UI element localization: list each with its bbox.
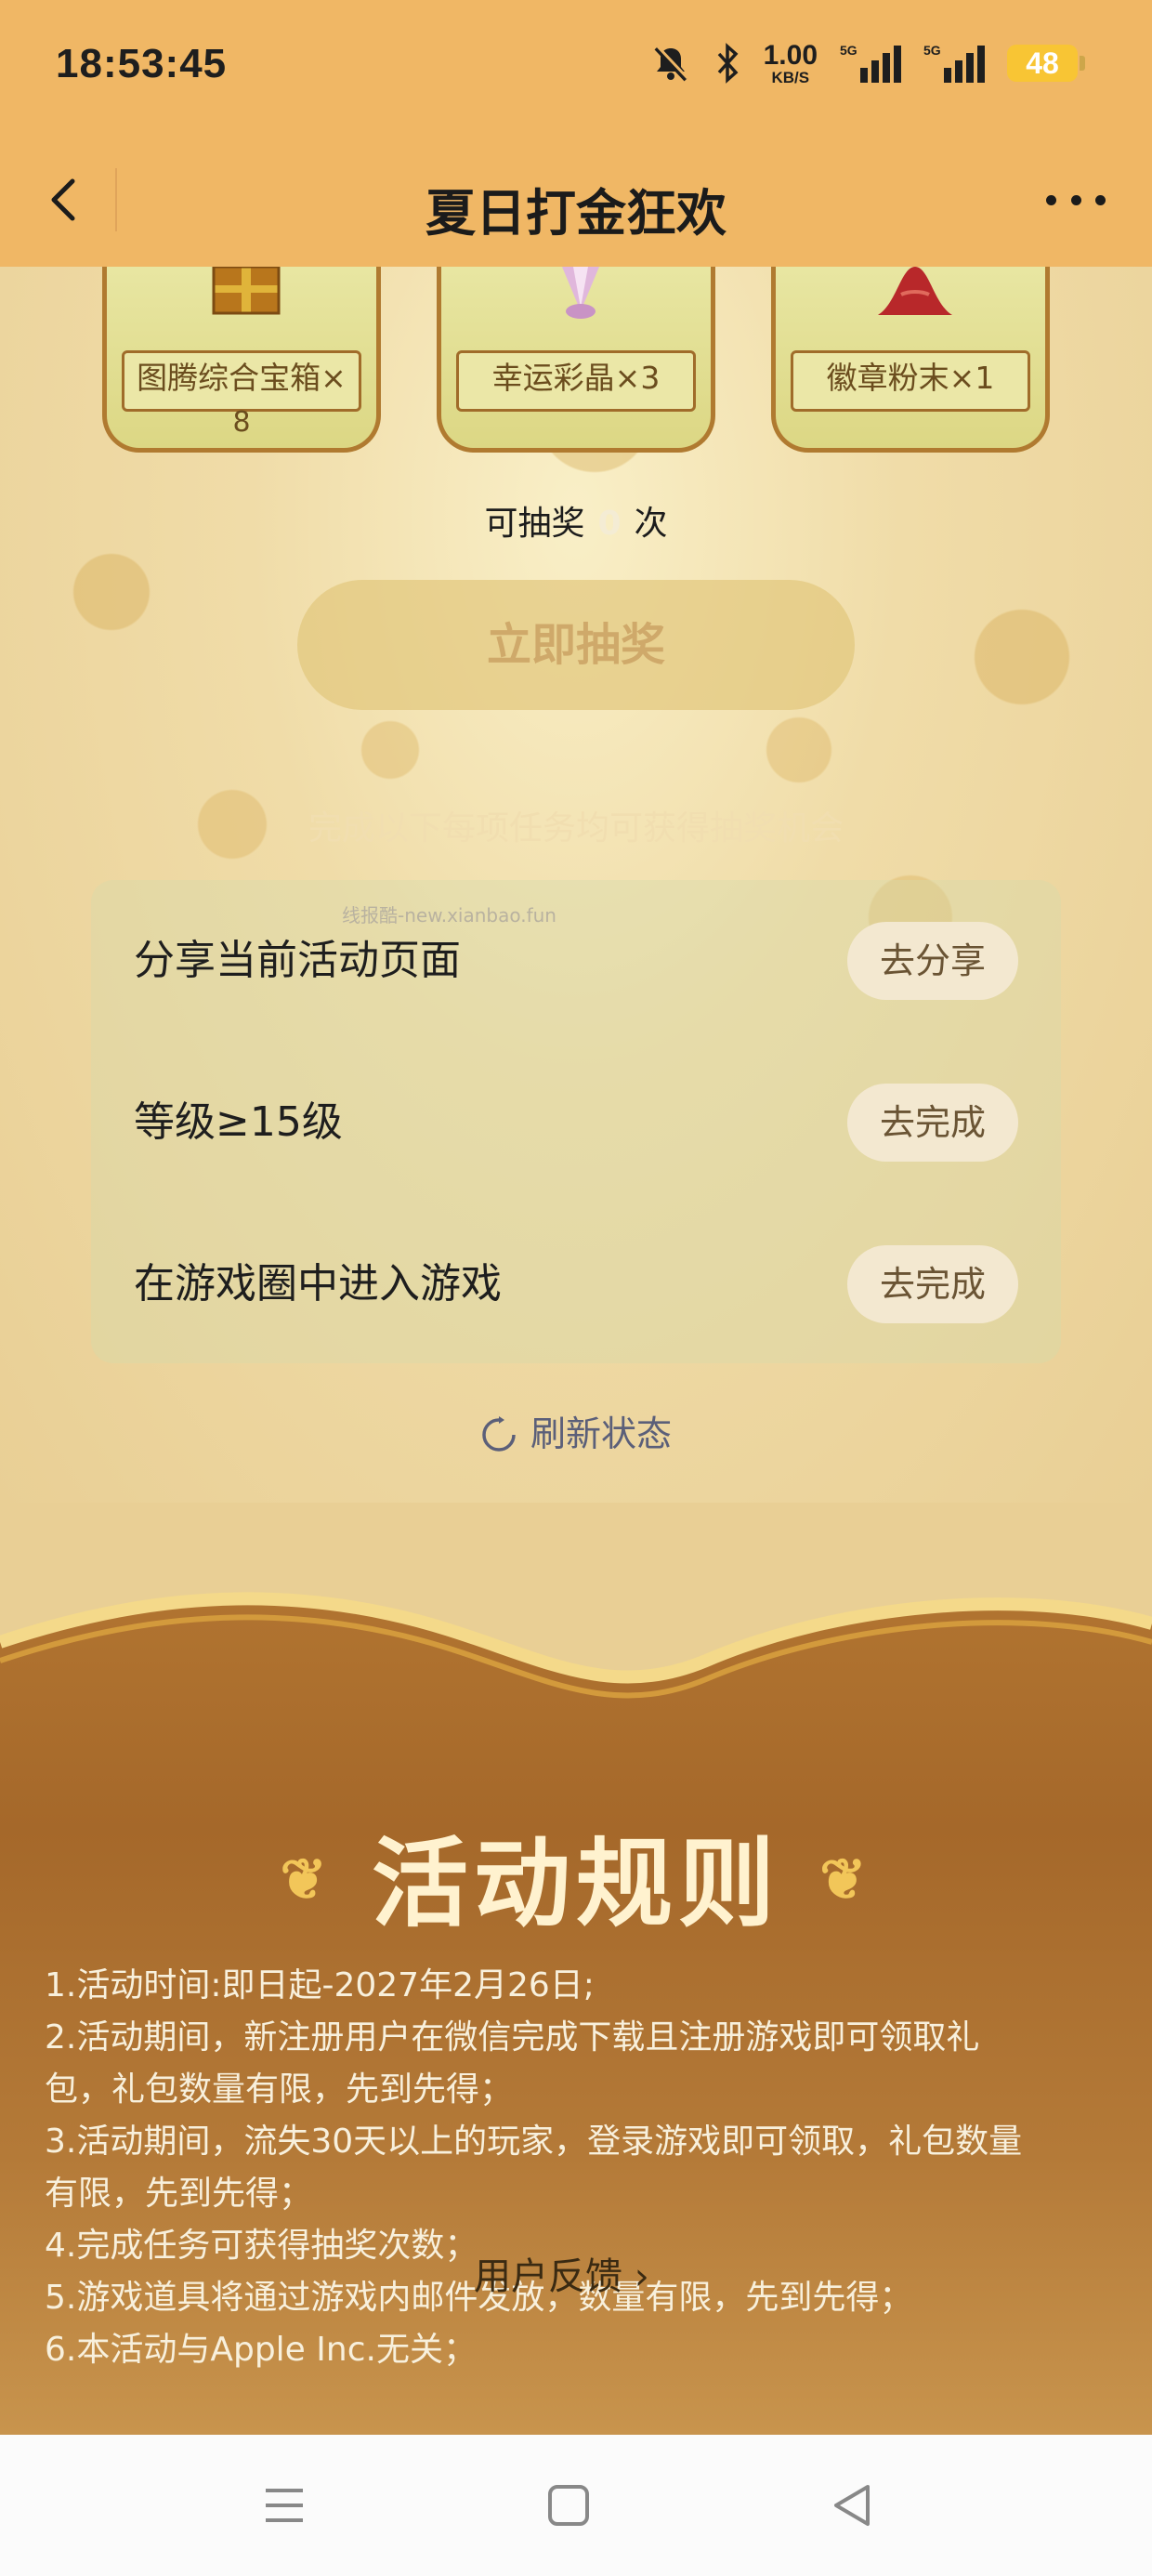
- bluetooth-icon: [717, 43, 739, 84]
- prize-label: 图腾综合宝箱×: [122, 350, 361, 412]
- rule-line: 包，礼包数量有限，先到先得；: [45, 2070, 514, 2109]
- net-speed-value: 1.00: [763, 39, 818, 71]
- gift-box-icon: [212, 267, 281, 315]
- rule-line: 3.活动期间，流失30天以上的玩家，登录游戏即可领取，礼包数量: [45, 2123, 1023, 2161]
- chances-suffix: 次: [634, 505, 668, 543]
- rules-section: ❦ 活动规则 ❦ 1.活动时间:即日起-2027年2月26日; 2.活动期间，新…: [0, 1503, 1152, 2435]
- draw-button[interactable]: 立即抽奖: [297, 580, 855, 710]
- rule-line: 有限，先到先得；: [45, 2175, 313, 2213]
- signal-icon: 5G: [923, 43, 985, 83]
- rule-line: 2.活动期间，新注册用户在微信完成下载且注册游戏即可领取礼: [45, 2018, 980, 2057]
- prize-label: 幸运彩晶×3: [456, 350, 696, 412]
- prize-label-line2: 8: [232, 406, 251, 439]
- prize-card: 图腾综合宝箱× 8: [102, 267, 381, 453]
- task-list: 分享当前活动页面 去分享 等级≥15级 去完成 在游戏圈中进入游戏 去完成: [91, 880, 1061, 1363]
- task-row: 在游戏圈中进入游戏 去完成: [91, 1203, 1061, 1365]
- rule-line: 4.完成任务可获得抽奖次数；: [45, 2227, 478, 2265]
- chances-count: 0: [597, 505, 622, 543]
- page-title: 夏日打金狂欢: [425, 184, 727, 243]
- prize-list: 图腾综合宝箱× 8 幸运彩晶×3 徽章粉末×1: [93, 267, 1059, 453]
- rules-title: ❦ 活动规则 ❦: [0, 1805, 1152, 1945]
- status-bar: 18:53:45 1.00 KB/S 5G 5G 48: [0, 0, 1152, 135]
- flourish-left-icon: ❦: [280, 1847, 333, 1912]
- chances-prefix: 可抽奖: [484, 505, 585, 543]
- status-icons: 1.00 KB/S 5G 5G 48: [650, 37, 1085, 89]
- crystal-icon: [562, 267, 599, 319]
- refresh-label: 刷新状态: [530, 1413, 672, 1454]
- task-name: 在游戏圈中进入游戏: [134, 1260, 502, 1308]
- refresh-status-button[interactable]: 刷新状态: [0, 1405, 1152, 1456]
- rules-title-text: 活动规则: [371, 1826, 780, 1940]
- battery-icon: 48: [1007, 45, 1085, 82]
- prize-card: 幸运彩晶×3: [437, 267, 715, 453]
- prize-card: 徽章粉末×1: [771, 267, 1050, 453]
- task-row: 等级≥15级 去完成: [91, 1042, 1061, 1203]
- more-icon[interactable]: [1046, 181, 1106, 218]
- signal-icon: 5G: [840, 43, 901, 83]
- task-complete-button[interactable]: 去完成: [847, 1084, 1018, 1162]
- rule-line: 1.活动时间:即日起-2027年2月26日;: [45, 1966, 595, 2004]
- home-icon[interactable]: [543, 2479, 595, 2531]
- powder-icon: [878, 267, 952, 315]
- lottery-chances: 可抽奖 0 次: [0, 496, 1152, 545]
- status-time: 18:53:45: [56, 41, 228, 86]
- prize-label: 徽章粉末×1: [791, 350, 1030, 412]
- net-speed-unit: KB/S: [771, 68, 810, 86]
- back-triangle-icon[interactable]: [827, 2479, 879, 2531]
- net-speed: 1.00 KB/S: [763, 39, 818, 86]
- task-complete-button[interactable]: 去完成: [847, 1245, 1018, 1323]
- system-nav-bar: [0, 2435, 1152, 2576]
- golden-wave-divider: [0, 1503, 1152, 1699]
- task-row: 分享当前活动页面 去分享: [91, 880, 1061, 1042]
- feedback-link[interactable]: 用户反馈 ›: [474, 2246, 649, 2300]
- menu-icon[interactable]: [258, 2479, 310, 2531]
- watermark: 线报酷-new.xianbao.fun: [342, 904, 556, 927]
- rule-line: 6.本活动与Apple Inc.无关；: [45, 2331, 477, 2369]
- lottery-section: 图腾综合宝箱× 8 幸运彩晶×3 徽章粉末×1 可抽奖 0 次 立即抽奖 完成以下每…: [0, 267, 1152, 1503]
- signal2-label: 5G: [923, 43, 941, 58]
- task-share-button[interactable]: 去分享: [847, 922, 1018, 1000]
- mute-bell-icon: [654, 45, 688, 82]
- refresh-icon: [482, 1416, 516, 1452]
- signal1-label: 5G: [840, 43, 857, 58]
- tasks-hint: 完成以下每项任务均可获得抽奖机会: [308, 809, 844, 848]
- nav-bar: 夏日打金狂欢: [0, 135, 1152, 267]
- flourish-right-icon: ❦: [819, 1847, 872, 1912]
- task-name: 等级≥15级: [134, 1098, 343, 1146]
